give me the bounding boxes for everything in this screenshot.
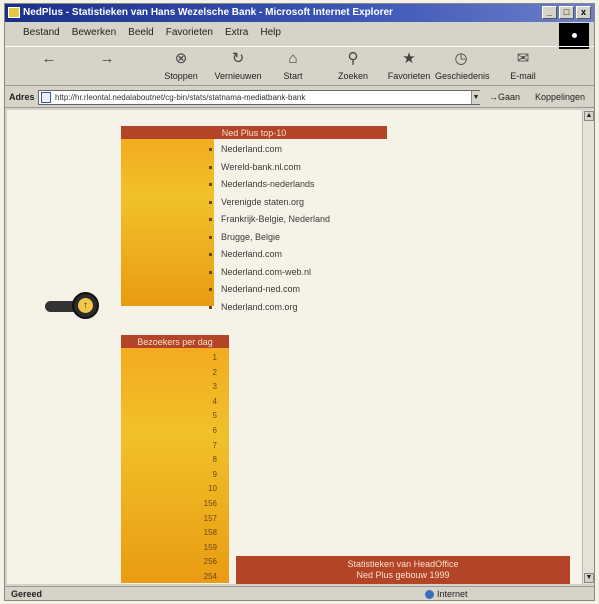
refresh-button[interactable]: ↻ Vernieuwen: [212, 50, 264, 81]
row-marker-icon: [209, 288, 212, 291]
address-label: Adres: [9, 92, 35, 102]
top10-link[interactable]: Verenigde staten.org: [221, 197, 304, 207]
visitor-count: 1: [212, 353, 217, 362]
internet-zone: Internet: [425, 589, 468, 599]
top10-header: Ned Plus top-10: [121, 126, 387, 139]
top10-column: [121, 126, 214, 306]
up-arrow-icon: ↑: [78, 298, 93, 313]
page-content: Ned Plus top-10 Nederland.com Wereld-bank…: [7, 110, 582, 584]
refresh-icon: ↻: [231, 50, 245, 67]
back-button[interactable]: ←: [23, 50, 75, 71]
row-marker-icon: [209, 218, 212, 221]
row-marker-icon: [209, 148, 212, 151]
scroll-up-icon[interactable]: ▲: [584, 111, 594, 121]
stop-button[interactable]: ⊗ Stoppen: [155, 50, 207, 81]
menu-tools[interactable]: Extra: [225, 27, 248, 43]
search-icon: ⚲: [347, 50, 359, 67]
row-marker-icon: [209, 235, 212, 239]
visitor-count: 6: [212, 426, 217, 435]
visitor-count: 156: [203, 499, 217, 508]
row-marker-icon: [209, 200, 212, 204]
menu-file[interactable]: Bestand: [23, 27, 60, 43]
search-button[interactable]: ⚲ Zoeken: [327, 50, 379, 81]
footer-line1: Statistieken van HeadOffice: [347, 559, 459, 569]
go-button[interactable]: →Gaan: [489, 92, 520, 102]
top10-link[interactable]: Nederland.com-web.nl: [221, 267, 311, 277]
home-icon: ⌂: [288, 50, 298, 67]
history-button[interactable]: ◷ Geschiedenis: [435, 50, 490, 81]
top10-link[interactable]: Wereld-bank.nl.com: [221, 162, 301, 172]
menu-favorites[interactable]: Favorieten: [166, 27, 213, 43]
visitor-count: 7: [212, 440, 217, 450]
minimize-button[interactable]: _: [542, 6, 557, 19]
stop-icon: ⊗: [174, 50, 188, 67]
close-button[interactable]: x: [576, 6, 591, 19]
forward-button[interactable]: →: [81, 50, 133, 71]
visitor-count: 9: [212, 469, 217, 479]
menu-edit[interactable]: Bewerken: [72, 27, 116, 43]
menu-view[interactable]: Beeld: [128, 27, 154, 43]
footer-box: Statistieken van HeadOffice Ned Plus geb…: [236, 556, 570, 584]
vertical-scrollbar[interactable]: ▲ ▼: [582, 110, 594, 584]
row-marker-icon: [209, 305, 212, 309]
mail-icon: ✉: [516, 50, 530, 67]
status-text: Gereed: [11, 589, 43, 599]
page-icon: [41, 92, 51, 103]
row-marker-icon: [209, 165, 212, 169]
ie-icon: [8, 7, 20, 18]
menu-help[interactable]: Help: [260, 27, 281, 43]
address-bar: Adres http://hr.rleontal.nedalaboutnet/c…: [5, 88, 594, 108]
favorites-button[interactable]: ★ Favorieten: [383, 50, 435, 81]
scroll-down-icon[interactable]: ▼: [584, 573, 594, 583]
visitor-count: 256: [203, 557, 217, 567]
menu-bar: Bestand Bewerken Beeld Favorieten Extra …: [5, 23, 594, 43]
footer-line2: Ned Plus gebouw 1999: [356, 570, 450, 580]
address-dropdown-icon[interactable]: ▼: [471, 91, 480, 104]
window-title: NedPlus - Statistieken van Hans Wezelsch…: [23, 7, 393, 18]
visitor-count: 158: [203, 528, 217, 538]
row-marker-icon: [209, 183, 212, 186]
row-marker-icon: [209, 270, 212, 274]
home-button[interactable]: ⌂ Start: [267, 50, 319, 81]
slider-knob[interactable]: ↑: [72, 292, 99, 319]
toolbar: ← → ⊗ Stoppen ↻ Vernieuwen ⌂ Start ⚲ Zoe…: [5, 46, 594, 86]
visitor-count: 10: [208, 484, 217, 494]
top10-link[interactable]: Nederland-ned.com: [221, 284, 300, 294]
history-icon: ◷: [454, 50, 468, 67]
links-button[interactable]: Koppelingen: [535, 92, 585, 102]
visitor-count: 4: [212, 396, 217, 406]
visitors-header: Bezoekers per dag: [121, 335, 229, 348]
visitor-count: 157: [203, 513, 217, 523]
maximize-button[interactable]: □: [559, 6, 574, 19]
visitor-count: 5: [212, 411, 217, 421]
top10-link[interactable]: Brugge, Belgie: [221, 232, 280, 242]
visitor-count: 159: [203, 542, 217, 552]
visitor-count: 254: [203, 572, 217, 581]
mail-button[interactable]: ✉ E-mail: [497, 50, 549, 81]
visitor-count: 8: [212, 455, 217, 465]
visitor-count: 2: [212, 367, 217, 377]
top10-link[interactable]: Nederland.com: [221, 249, 282, 259]
top10-link[interactable]: Nederland.com.org: [221, 302, 298, 312]
window-controls: _ □ x: [542, 6, 591, 19]
visitor-count: 3: [212, 382, 217, 392]
browser-window: NedPlus - Statistieken van Hans Wezelsch…: [4, 3, 595, 601]
favorites-icon: ★: [402, 50, 416, 67]
back-icon: ←: [41, 50, 57, 67]
row-marker-icon: [209, 253, 212, 256]
title-bar: NedPlus - Statistieken van Hans Wezelsch…: [5, 4, 594, 22]
forward-icon: →: [99, 50, 115, 67]
top10-link[interactable]: Nederland.com: [221, 144, 282, 154]
status-bar: Gereed Internet: [5, 586, 594, 601]
address-input[interactable]: http://hr.rleontal.nedalaboutnet/cg-bin/…: [38, 90, 480, 105]
top10-link[interactable]: Nederlands-nederlands: [221, 179, 315, 189]
scroll-slider[interactable]: ↑: [45, 292, 99, 320]
top10-link[interactable]: Frankrijk-Belgie, Nederland: [221, 214, 330, 224]
